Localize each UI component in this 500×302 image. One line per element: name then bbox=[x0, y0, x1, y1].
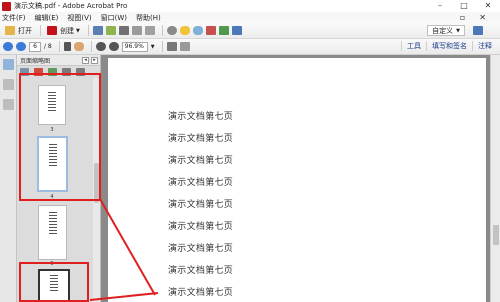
document-window-controls: ▫ ✕ bbox=[460, 12, 500, 23]
document-text-line: 演示文档第七页 bbox=[168, 134, 234, 144]
page-thumbnails-icon[interactable] bbox=[3, 59, 14, 70]
zoom-input[interactable]: 96.9% bbox=[121, 41, 148, 52]
document-text-line: 演示文档第七页 bbox=[168, 112, 234, 122]
chevron-down-icon: ▼ bbox=[76, 27, 80, 34]
fit-width-icon[interactable] bbox=[179, 42, 190, 51]
email-icon[interactable] bbox=[144, 26, 155, 35]
maximize-button[interactable]: □ bbox=[452, 0, 476, 12]
close-doc-button[interactable]: ✕ bbox=[479, 13, 486, 22]
navigation-pane-buttons bbox=[0, 55, 17, 302]
save-icon[interactable] bbox=[92, 26, 103, 35]
window-title: 演示文稿.pdf - Adobe Acrobat Pro bbox=[14, 2, 128, 10]
tab-fill-and-sign[interactable]: 填写和签名 bbox=[426, 41, 472, 51]
close-panel-icon[interactable]: ▸ bbox=[91, 56, 98, 64]
chat-icon[interactable] bbox=[192, 26, 203, 35]
comment-icon[interactable] bbox=[179, 26, 190, 35]
attachment-icon[interactable] bbox=[3, 79, 14, 90]
pane-tabs: 工具 填写和签名 注释 bbox=[401, 41, 497, 51]
window-controls: – □ ✕ bbox=[428, 0, 500, 12]
minimize-button[interactable]: – bbox=[428, 0, 452, 12]
document-text-line: 演示文档第七页 bbox=[168, 156, 234, 166]
divider bbox=[58, 41, 60, 52]
chevron-down-icon[interactable]: ▼ bbox=[151, 44, 155, 50]
customize-area: 自定义 ▼ bbox=[427, 25, 486, 36]
document-text-line: 演示文档第七页 bbox=[168, 222, 234, 232]
document-text-line: 演示文档第七页 bbox=[168, 288, 234, 298]
previous-page-icon[interactable] bbox=[3, 42, 13, 51]
document-scrollbar[interactable] bbox=[490, 55, 500, 302]
menu-help[interactable]: 帮助(H) bbox=[136, 13, 161, 23]
create-button[interactable]: 创建 ▼ bbox=[45, 25, 82, 37]
customize-label: 自定义 bbox=[432, 26, 454, 35]
chevron-down-icon: ▼ bbox=[456, 27, 460, 34]
signature-icon[interactable] bbox=[3, 99, 14, 110]
divider bbox=[87, 25, 89, 36]
thumbnail-text-lines bbox=[48, 212, 57, 236]
document-text-line: 演示文档第七页 bbox=[168, 178, 234, 188]
create-label: 创建 bbox=[60, 26, 74, 35]
highlight-box-lower bbox=[19, 262, 89, 302]
page-number-input[interactable]: 6 bbox=[29, 41, 41, 52]
page-total: / 8 bbox=[44, 43, 52, 50]
menu-file[interactable]: 文件(F) bbox=[2, 13, 26, 23]
panel-title: 页面缩略图 bbox=[20, 57, 51, 65]
collapse-icon[interactable]: ◂ bbox=[82, 56, 89, 64]
divider bbox=[161, 25, 163, 36]
open-button[interactable]: 打开 bbox=[3, 25, 34, 37]
thumbnail-page[interactable] bbox=[38, 205, 67, 260]
document-text-line: 演示文档第七页 bbox=[168, 244, 234, 254]
gear-icon[interactable] bbox=[166, 26, 177, 35]
divider bbox=[161, 41, 163, 52]
tab-tools[interactable]: 工具 bbox=[401, 41, 426, 51]
fit-page-icon[interactable] bbox=[166, 42, 177, 51]
open-label: 打开 bbox=[18, 26, 32, 35]
tab-comment[interactable]: 注释 bbox=[472, 41, 497, 51]
edit-icon[interactable] bbox=[131, 26, 142, 35]
cloud-upload-icon[interactable] bbox=[105, 26, 116, 35]
zoom-out-icon[interactable] bbox=[95, 42, 106, 51]
panel-header: 页面缩略图 ◂ ▸ bbox=[17, 55, 100, 66]
expand-icon[interactable] bbox=[473, 26, 483, 35]
share-icon[interactable] bbox=[231, 26, 242, 35]
document-view: 演示文档第七页 演示文档第七页 演示文档第七页 演示文档第七页 演示文档第七页 … bbox=[101, 55, 490, 302]
panel-header-buttons: ◂ ▸ bbox=[82, 56, 100, 64]
document-scrollbar-thumb[interactable] bbox=[493, 225, 499, 245]
next-page-icon[interactable] bbox=[16, 42, 26, 51]
menu-window[interactable]: 窗口(W) bbox=[101, 13, 127, 23]
close-button[interactable]: ✕ bbox=[476, 0, 500, 12]
hand-tool-icon[interactable] bbox=[73, 42, 84, 51]
zoom-in-icon[interactable] bbox=[108, 42, 119, 51]
divider bbox=[90, 41, 92, 52]
select-cursor-icon[interactable] bbox=[63, 42, 71, 51]
acrobat-app-icon bbox=[2, 1, 11, 11]
menu-bar: 文件(F) 编辑(E) 视图(V) 窗口(W) 帮助(H) ▫ ✕ bbox=[0, 12, 500, 23]
document-text-line: 演示文档第七页 bbox=[168, 200, 234, 210]
sign-icon[interactable] bbox=[205, 26, 216, 35]
print-icon[interactable] bbox=[118, 26, 129, 35]
menu-edit[interactable]: 编辑(E) bbox=[35, 13, 59, 23]
menu-view[interactable]: 视图(V) bbox=[67, 13, 91, 23]
main-toolbar: 打开 创建 ▼ 自定义 ▼ bbox=[0, 23, 500, 39]
restore-doc-button[interactable]: ▫ bbox=[460, 13, 465, 22]
divider bbox=[40, 25, 41, 36]
folder-icon bbox=[5, 26, 15, 35]
review-icon[interactable] bbox=[218, 26, 229, 35]
create-pdf-icon bbox=[47, 26, 57, 35]
highlight-box-upper bbox=[19, 73, 101, 201]
customize-dropdown[interactable]: 自定义 ▼ bbox=[427, 25, 465, 36]
title-bar: 演示文稿.pdf - Adobe Acrobat Pro – □ ✕ bbox=[0, 0, 500, 12]
document-page: 演示文档第七页 演示文档第七页 演示文档第七页 演示文档第七页 演示文档第七页 … bbox=[108, 58, 486, 302]
document-text-line: 演示文档第七页 bbox=[168, 266, 234, 276]
navigation-toolbar: 6 / 8 96.9% ▼ 工具 填写和签名 注释 bbox=[0, 39, 500, 55]
